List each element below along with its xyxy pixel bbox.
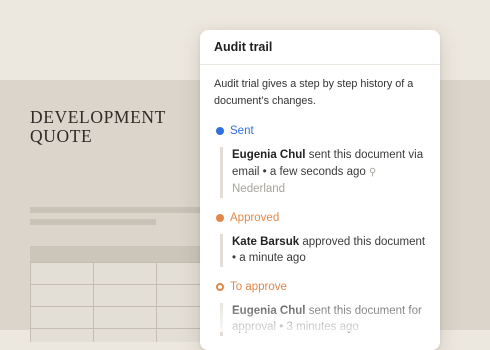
event-user: Eugenia Chul: [232, 149, 306, 161]
event-user: Kate Barsuk: [232, 235, 300, 248]
event-status-to-approve: To approve: [216, 280, 426, 294]
audit-trail-header: Audit trail: [200, 30, 440, 65]
event-status-sent: Sent: [216, 124, 426, 138]
event-status-label: Approved: [230, 211, 280, 224]
status-ring-icon: [216, 282, 224, 291]
event-location: Nederland: [232, 183, 286, 195]
event-status-label: To approve: [230, 280, 287, 293]
status-dot-icon: [216, 213, 224, 222]
document-text-line: [30, 219, 156, 225]
document-text-line: [30, 207, 200, 213]
audit-event: Kate Barsuk approved this document • a m…: [220, 233, 426, 267]
map-pin-icon: ⚲: [369, 166, 377, 178]
event-user: Eugenia Chul: [232, 304, 306, 317]
audit-trail-description: Audit trial gives a step by step history…: [214, 78, 414, 107]
event-status-label: Sent: [230, 125, 254, 137]
status-dot-icon: [216, 127, 224, 135]
audit-event: Eugenia Chul sent this document via emai…: [220, 147, 426, 198]
audit-trail-title: Audit trail: [214, 40, 273, 54]
audit-trail-panel: Audit trail Audit trial gives a step by …: [200, 30, 440, 350]
document-title: DEVELOPMENT QUOTE: [30, 107, 166, 146]
event-status-approved: Approved: [216, 211, 426, 225]
audit-event: Eugenia Chul sent this document for appr…: [220, 302, 426, 336]
